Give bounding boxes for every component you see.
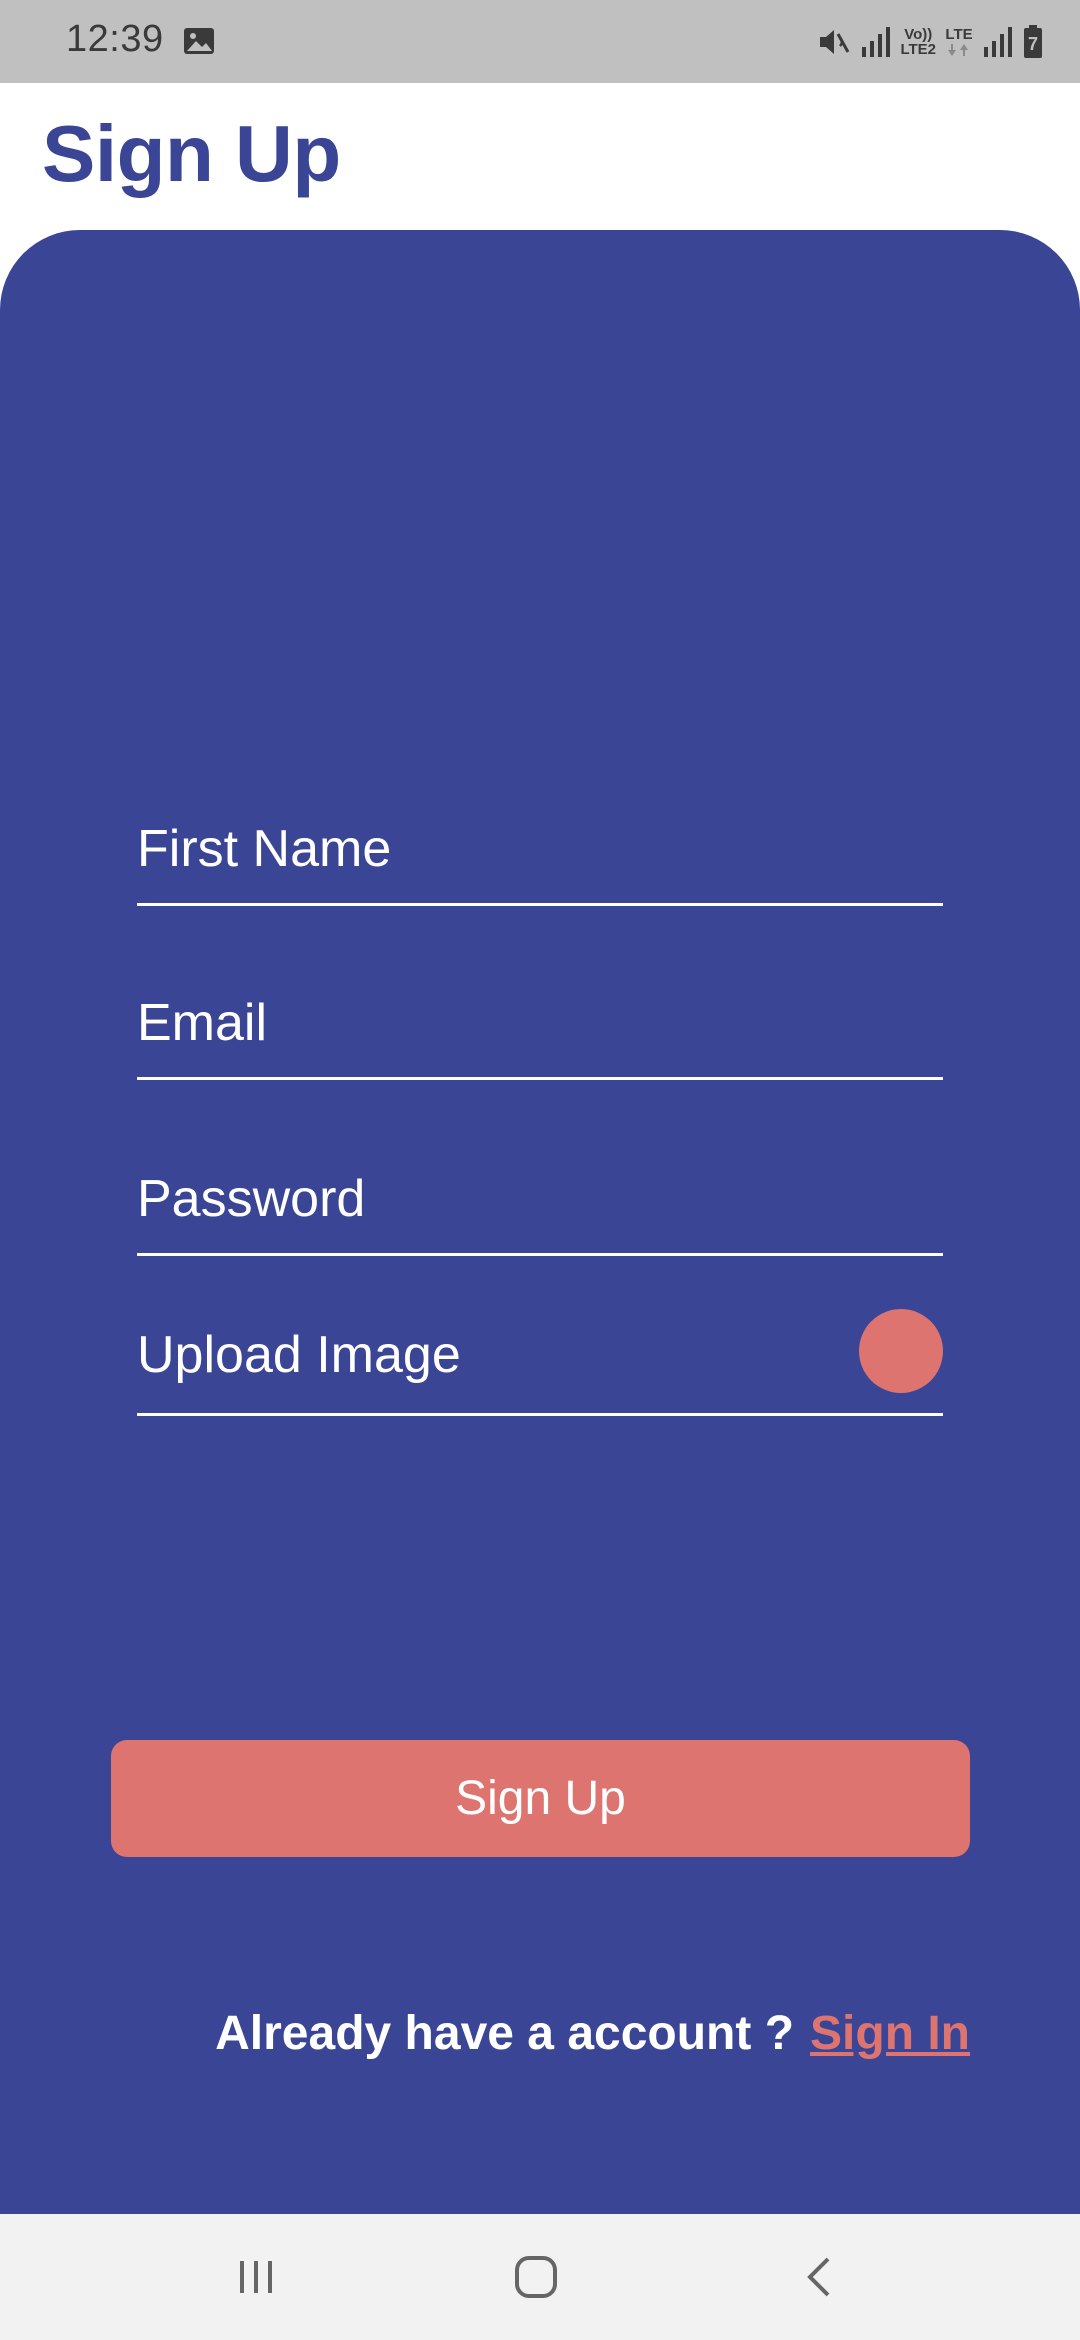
signal-icon [982,25,1014,59]
volte-label: Vo)) [904,26,933,43]
status-bar: 12:39 Vo)) LTE2 LTE 7 [0,0,1080,83]
email-label: Email [137,994,268,1052]
upload-image-field[interactable]: Upload Image [137,1309,943,1416]
battery-icon: 7 [1022,24,1044,60]
email-field[interactable]: Email [137,971,943,1080]
status-time: 12:39 [66,18,164,60]
back-icon[interactable] [790,2247,850,2307]
volte-lte2-icon: Vo)) LTE2 [900,27,936,57]
first-name-field[interactable]: First Name [137,785,943,906]
battery-level: 7 [1027,34,1038,54]
password-field[interactable]: Password [137,1147,943,1256]
signin-prompt: Already have a account ? [215,2007,795,2060]
signin-row: Already have a account ? Sign In [215,2006,970,2061]
lte-label: LTE [945,25,973,43]
signal-icon [860,25,892,59]
lte2-label: LTE2 [900,41,936,58]
signup-card: First Name Email Password Upload Image S… [0,230,1080,2214]
gallery-icon [182,24,216,58]
upload-image-button[interactable] [859,1309,943,1393]
mute-icon [816,24,852,60]
sign-up-button[interactable]: Sign Up [111,1740,970,1857]
first-name-label: First Name [137,820,392,878]
page-title: Sign Up [42,109,341,198]
home-icon[interactable] [506,2247,566,2307]
lte-data-icon: LTE [944,27,974,58]
status-icons: Vo)) LTE2 LTE 7 [816,18,1044,66]
upload-image-label: Upload Image [137,1326,461,1384]
password-label: Password [137,1170,366,1228]
sign-in-link[interactable]: Sign In [810,2006,970,2061]
navigation-bar [0,2214,1080,2340]
recents-icon[interactable] [226,2247,286,2307]
